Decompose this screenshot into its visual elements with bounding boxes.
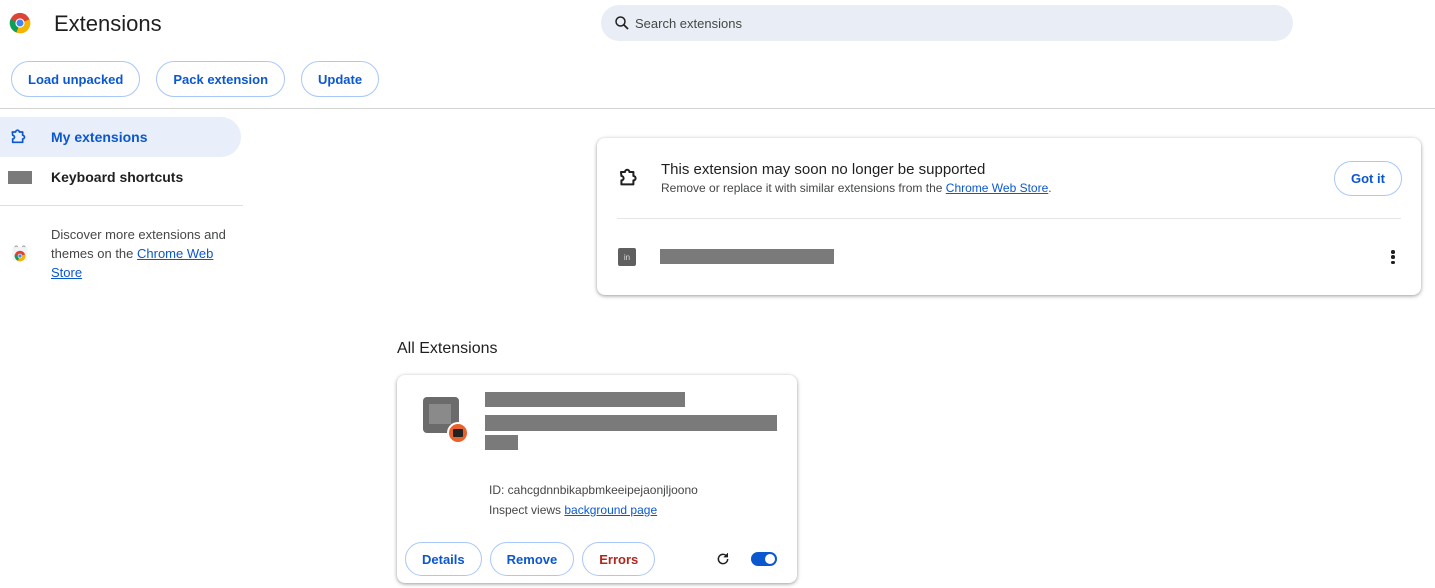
warning-description: Remove or replace it with similar extens… [661, 181, 1052, 195]
redacted-extension-name [485, 392, 685, 407]
extension-card: ID: cahcgdnnbikapbmkeeipejaonjljoono Ins… [397, 375, 797, 583]
errors-button[interactable]: Errors [582, 542, 656, 576]
warning-desc-prefix: Remove or replace it with similar extens… [661, 181, 946, 195]
page-title: Extensions [54, 11, 162, 36]
unsupported-warning-card: This extension may soon no longer be sup… [597, 138, 1421, 295]
warning-desc-suffix: . [1048, 181, 1052, 195]
got-it-button[interactable]: Got it [1334, 161, 1402, 196]
chrome-web-store-link[interactable]: Chrome Web Store [946, 181, 1049, 195]
all-extensions-heading: All Extensions [397, 340, 498, 357]
remove-button[interactable]: Remove [489, 542, 575, 576]
extension-actions: Details Remove Errors [405, 542, 656, 576]
more-options-icon[interactable] [1387, 248, 1399, 266]
redacted-extension-description [485, 415, 777, 431]
warning-title: This extension may soon no longer be sup… [661, 161, 986, 178]
inspect-views-label: Inspect views [489, 503, 565, 517]
search-icon [615, 16, 629, 30]
sidebar-divider [0, 205, 243, 206]
background-page-link[interactable]: background page [564, 503, 657, 517]
developer-toolbar: Load unpacked Pack extension Update [11, 61, 380, 97]
puzzle-icon [620, 168, 637, 186]
extension-icon: in [618, 248, 636, 266]
warning-separator [617, 218, 1401, 219]
inspect-views: Inspect views background page [489, 503, 657, 517]
chrome-logo-icon [9, 12, 31, 34]
update-button[interactable]: Update [301, 61, 380, 97]
discover-text: Discover more extensions and themes on t… [51, 225, 236, 282]
search-input[interactable] [635, 15, 1235, 31]
keyboard-icon [8, 170, 32, 184]
redacted-extension-name [660, 249, 834, 264]
unpacked-badge-icon [447, 422, 469, 444]
pack-extension-button[interactable]: Pack extension [156, 61, 286, 97]
sidebar-item-my-extensions[interactable]: My extensions [0, 117, 241, 157]
load-unpacked-button[interactable]: Load unpacked [11, 61, 141, 97]
puzzle-icon [11, 129, 26, 144]
header-divider [0, 108, 1435, 109]
reload-icon[interactable] [715, 551, 731, 567]
chrome-web-store-icon [12, 245, 28, 262]
extension-id: ID: cahcgdnnbikapbmkeeipejaonjljoono [489, 483, 698, 497]
redacted-extension-description [485, 435, 518, 450]
enable-toggle[interactable] [751, 552, 777, 566]
search-bar[interactable] [601, 5, 1293, 41]
details-button[interactable]: Details [405, 542, 482, 576]
sidebar-item-label: My extensions [51, 129, 148, 145]
sidebar-item-label: Keyboard shortcuts [51, 169, 184, 185]
